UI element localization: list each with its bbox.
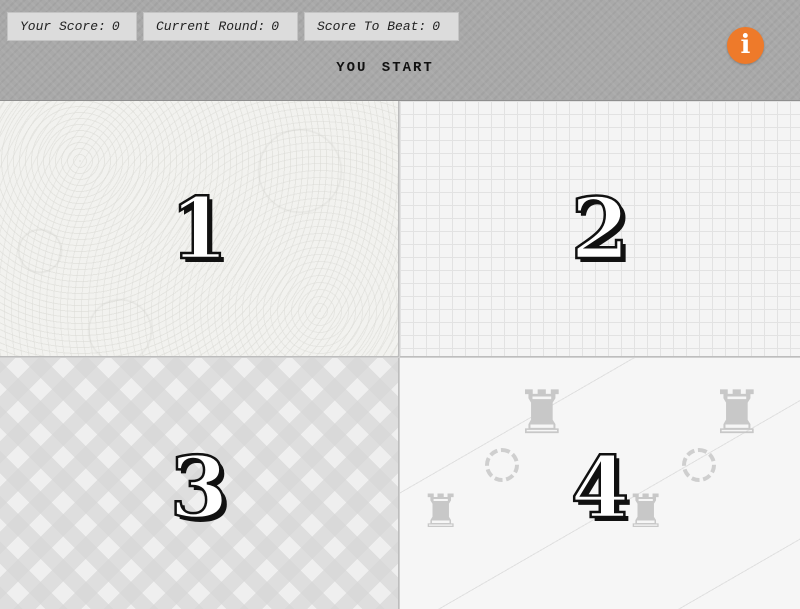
game-tile-2[interactable]: 2 (400, 101, 800, 357)
robot-pattern-icon: ♜ (710, 378, 764, 448)
game-tile-3[interactable]: 3 (0, 358, 399, 609)
tile-number: 2 (570, 179, 631, 278)
info-icon[interactable]: i (727, 27, 764, 64)
game-tile-4[interactable]: ♜ ♜ ♜ ♜ 4 (400, 358, 800, 609)
tile-number: 4 (570, 438, 631, 537)
current-round-label: Current Round: (156, 19, 266, 34)
score-to-beat-display: Score To Beat: 0 (304, 12, 459, 41)
robot-pattern-icon: ♜ (515, 378, 569, 448)
score-to-beat-label: Score To Beat: (317, 19, 427, 34)
score-to-beat-value: 0 (432, 19, 441, 34)
your-score-value: 0 (111, 19, 120, 34)
current-round-value: 0 (271, 19, 280, 34)
tile-number: 3 (169, 438, 230, 537)
game-tile-1[interactable]: 1 (0, 101, 399, 357)
current-round-display: Current Round: 0 (143, 12, 298, 41)
your-score-label: Your Score: (20, 19, 106, 34)
turn-status: YOU START (336, 60, 434, 76)
top-bar: Your Score: 0 Current Round: 0 Score To Be… (0, 0, 800, 101)
your-score-display: Your Score: 0 (7, 12, 137, 41)
tile-number: 1 (169, 179, 230, 278)
